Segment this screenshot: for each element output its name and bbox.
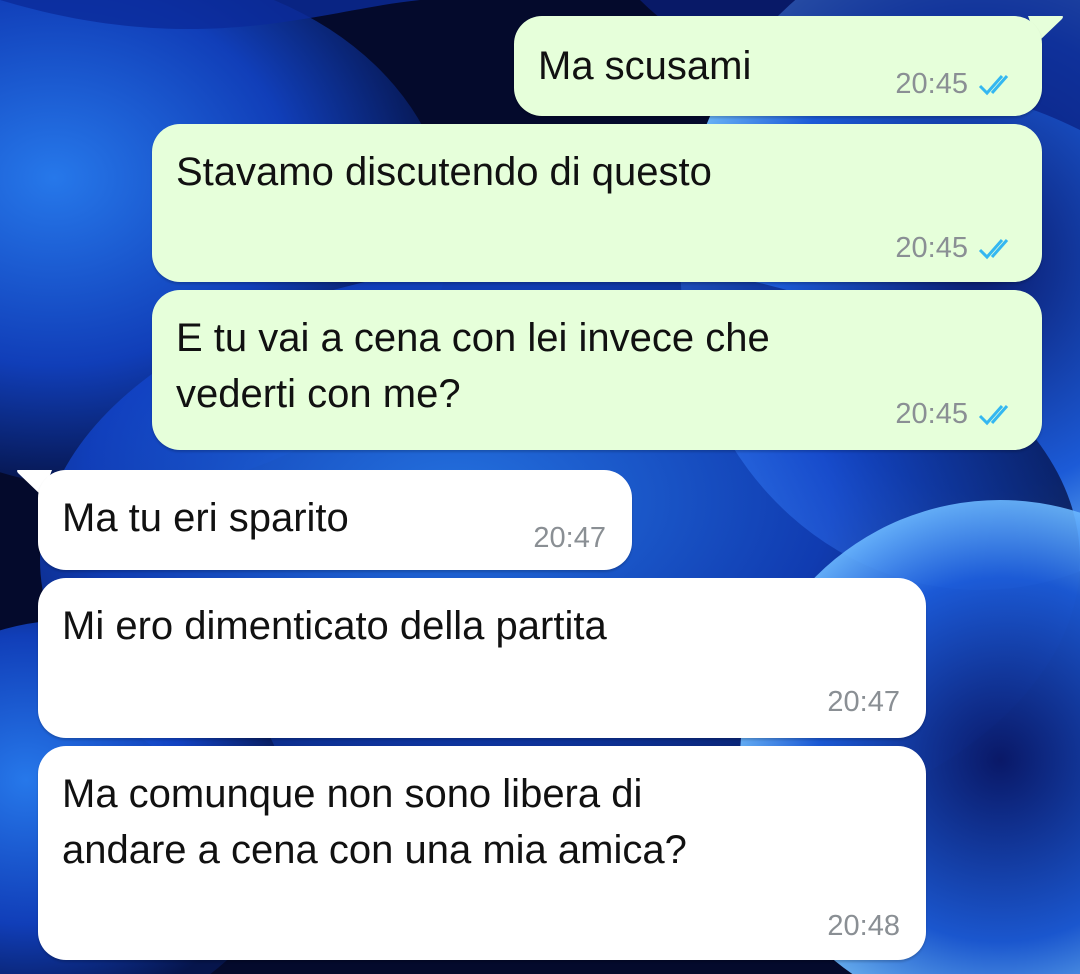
message-time: 20:48	[827, 910, 900, 942]
message-meta: 20:47	[827, 686, 900, 719]
message-bubble-outgoing[interactable]: E tu vai a cena con lei invece che veder…	[152, 290, 1042, 450]
message-meta: 20:45	[895, 68, 1018, 101]
message-time: 20:45	[895, 232, 968, 264]
message-meta: 20:45	[895, 398, 1018, 431]
message-text: Ma comunque non sono libera di andare a …	[62, 772, 687, 872]
message-text: E tu vai a cena con lei invece che veder…	[176, 316, 770, 416]
message-text: Mi ero dimenticato della partita	[62, 604, 607, 648]
message-bubble-incoming[interactable]: Mi ero dimenticato della partita 20:47	[38, 578, 926, 738]
double-check-read-icon	[978, 403, 1018, 427]
message-time: 20:47	[533, 522, 606, 554]
message-time: 20:47	[827, 686, 900, 718]
message-text: Ma tu eri sparito	[62, 496, 349, 540]
message-bubble-outgoing[interactable]: Stavamo discutendo di questo 20:45	[152, 124, 1042, 282]
message-text: Ma scusami	[538, 44, 752, 88]
double-check-read-icon	[978, 73, 1018, 97]
double-check-read-icon	[978, 237, 1018, 261]
message-meta: 20:48	[827, 910, 900, 943]
message-meta: 20:45	[895, 232, 1018, 265]
message-meta: 20:47	[533, 522, 606, 555]
message-bubble-incoming[interactable]: Ma comunque non sono libera di andare a …	[38, 746, 926, 960]
message-text: Stavamo discutendo di questo	[176, 150, 712, 194]
message-time: 20:45	[895, 68, 968, 100]
message-time: 20:45	[895, 398, 968, 430]
message-bubble-incoming[interactable]: Ma tu eri sparito 20:47	[38, 470, 632, 570]
message-bubble-outgoing[interactable]: Ma scusami 20:45	[514, 16, 1042, 116]
